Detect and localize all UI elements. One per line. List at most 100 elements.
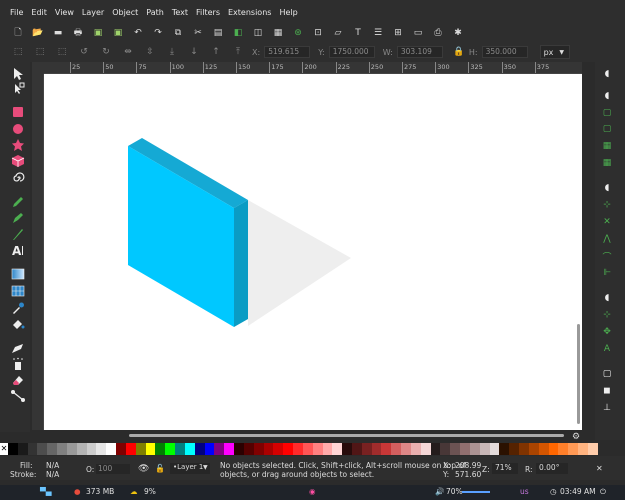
palette-swatch[interactable] <box>293 443 303 455</box>
palette-swatch[interactable] <box>47 443 58 455</box>
snap-rotation-center-icon[interactable]: ✥ <box>600 326 614 338</box>
group-icon[interactable]: ⊛ <box>290 26 306 40</box>
palette-swatch[interactable] <box>204 443 215 455</box>
palette-swatch[interactable] <box>106 443 117 455</box>
palette-swatch[interactable] <box>8 443 18 455</box>
snap-bbox-icon[interactable]: ◖ <box>600 90 614 102</box>
palette-swatch[interactable] <box>578 443 588 455</box>
palette-swatch[interactable] <box>27 443 38 455</box>
menu-filters[interactable]: Filters <box>192 8 224 17</box>
tweak-tool-icon[interactable] <box>10 341 26 355</box>
palette-swatch[interactable] <box>312 443 323 455</box>
palette-swatch[interactable] <box>420 443 431 455</box>
palette-swatch[interactable] <box>263 443 274 455</box>
menu-object[interactable]: Object <box>108 8 142 17</box>
raise-top-icon[interactable]: ⤒ <box>230 45 246 59</box>
palette-swatch[interactable] <box>410 443 421 455</box>
save-icon[interactable]: ▬ <box>50 26 66 40</box>
layer-visibility-icon[interactable]: 👁 <box>138 464 149 474</box>
snap-others-icon[interactable]: ◖ <box>600 292 614 304</box>
snap-bbox-center-icon[interactable]: ▦ <box>600 157 614 169</box>
palette-swatch[interactable] <box>302 443 313 455</box>
palette-swatch[interactable] <box>587 443 598 455</box>
palette-swatch[interactable] <box>96 443 107 455</box>
palette-swatch[interactable] <box>489 443 500 455</box>
menu-path[interactable]: Path <box>142 8 168 17</box>
palette-swatch[interactable] <box>538 443 549 455</box>
select-all-layers-icon[interactable]: ⬚ <box>32 45 48 59</box>
x-input[interactable]: 519.615 <box>264 46 311 58</box>
snap-grid-icon[interactable]: ◼ <box>600 385 614 397</box>
palette-swatch[interactable] <box>214 443 225 455</box>
palette-swatch[interactable] <box>460 443 470 455</box>
horizontal-scroll-thumb[interactable] <box>129 434 564 437</box>
fill-value[interactable]: N/A <box>46 461 59 470</box>
snap-guides-icon[interactable]: ⊥ <box>600 402 614 414</box>
align-icon[interactable]: ☰ <box>370 26 386 40</box>
rectangle-tool-icon[interactable] <box>10 105 26 119</box>
drawing-canvas[interactable] <box>44 74 576 430</box>
pencil-tool-icon[interactable] <box>10 195 26 209</box>
lock-ratio-icon[interactable]: 🔒 <box>451 45 467 59</box>
volume-icon[interactable]: 🔊 <box>435 487 444 496</box>
shadow-triangle[interactable] <box>248 200 351 326</box>
snap-nodes-icon[interactable]: ◖ <box>600 182 614 194</box>
paint-bucket-tool-icon[interactable] <box>10 317 26 331</box>
clone-icon[interactable]: ◫ <box>250 26 266 40</box>
palette-swatch[interactable] <box>184 443 195 455</box>
palette-swatch[interactable] <box>430 443 441 455</box>
snap-cusp-nodes-icon[interactable]: ⋀ <box>600 233 614 245</box>
snap-smooth-nodes-icon[interactable]: ⌒ <box>600 250 614 263</box>
ungroup-icon[interactable]: ⊡ <box>310 26 326 40</box>
dropper-tool-icon[interactable] <box>10 301 26 315</box>
preferences-icon[interactable]: ✱ <box>450 26 466 40</box>
menu-layer[interactable]: Layer <box>78 8 108 17</box>
palette-swatch[interactable] <box>371 443 382 455</box>
palette-swatch[interactable] <box>469 443 480 455</box>
palette-swatch[interactable] <box>273 443 284 455</box>
app-launcher-icon[interactable]: ◉ <box>309 487 316 496</box>
paste-icon[interactable]: ▤ <box>210 26 226 40</box>
workspaces-icon[interactable]: ▀▄ <box>40 487 52 496</box>
palette-swatch[interactable] <box>381 443 392 455</box>
cut-icon[interactable]: ✂ <box>190 26 206 40</box>
power-icon[interactable]: ⏻ <box>600 487 606 497</box>
3d-box-tool-icon[interactable] <box>10 154 26 168</box>
palette-swatch[interactable] <box>194 443 205 455</box>
stroke-value[interactable]: N/A <box>46 470 59 479</box>
lower-icon[interactable]: ↓ <box>186 45 202 59</box>
palette-swatch[interactable] <box>224 443 235 455</box>
palette-swatch[interactable] <box>528 443 539 455</box>
unit-select[interactable]: px ▼ <box>539 45 570 59</box>
palette-swatch[interactable] <box>76 443 87 455</box>
palette-swatch[interactable] <box>322 443 333 455</box>
rotate-ccw-icon[interactable]: ↺ <box>76 45 92 59</box>
palette-swatch[interactable] <box>391 443 402 455</box>
palette-swatch[interactable] <box>86 443 97 455</box>
selector-tool-icon[interactable] <box>10 67 26 81</box>
menu-text[interactable]: Text <box>168 8 192 17</box>
redo-icon[interactable]: ↷ <box>150 26 166 40</box>
objects-icon[interactable]: ▭ <box>410 26 426 40</box>
y-input[interactable]: 1750.000 <box>328 46 375 58</box>
pen-tool-icon[interactable] <box>10 211 26 225</box>
mesh-tool-icon[interactable] <box>10 284 26 298</box>
ellipse-tool-icon[interactable] <box>10 122 26 136</box>
snap-bbox-corner-icon[interactable]: ▢ <box>600 123 614 135</box>
palette-swatch[interactable] <box>116 443 126 455</box>
palette-swatch[interactable] <box>351 443 362 455</box>
import-icon[interactable]: ▣ <box>90 26 106 40</box>
palette-swatch[interactable] <box>479 443 490 455</box>
raise-icon[interactable]: ↑ <box>208 45 224 59</box>
snap-centers-icon[interactable]: ⊹ <box>600 309 614 321</box>
palette-swatch[interactable] <box>342 443 352 455</box>
spray-tool-icon[interactable] <box>10 357 26 371</box>
palette-swatch[interactable] <box>401 443 411 455</box>
box-side-face[interactable] <box>234 200 248 327</box>
open-icon[interactable]: 📂 <box>30 26 46 40</box>
menu-edit[interactable]: Edit <box>27 8 51 17</box>
snap-toggle-icon[interactable]: ◖ <box>600 68 614 80</box>
width-input[interactable]: 303.109 <box>396 46 443 58</box>
color-manage-icon[interactable]: ⚙ <box>572 432 580 442</box>
connector-tool-icon[interactable] <box>10 389 26 403</box>
